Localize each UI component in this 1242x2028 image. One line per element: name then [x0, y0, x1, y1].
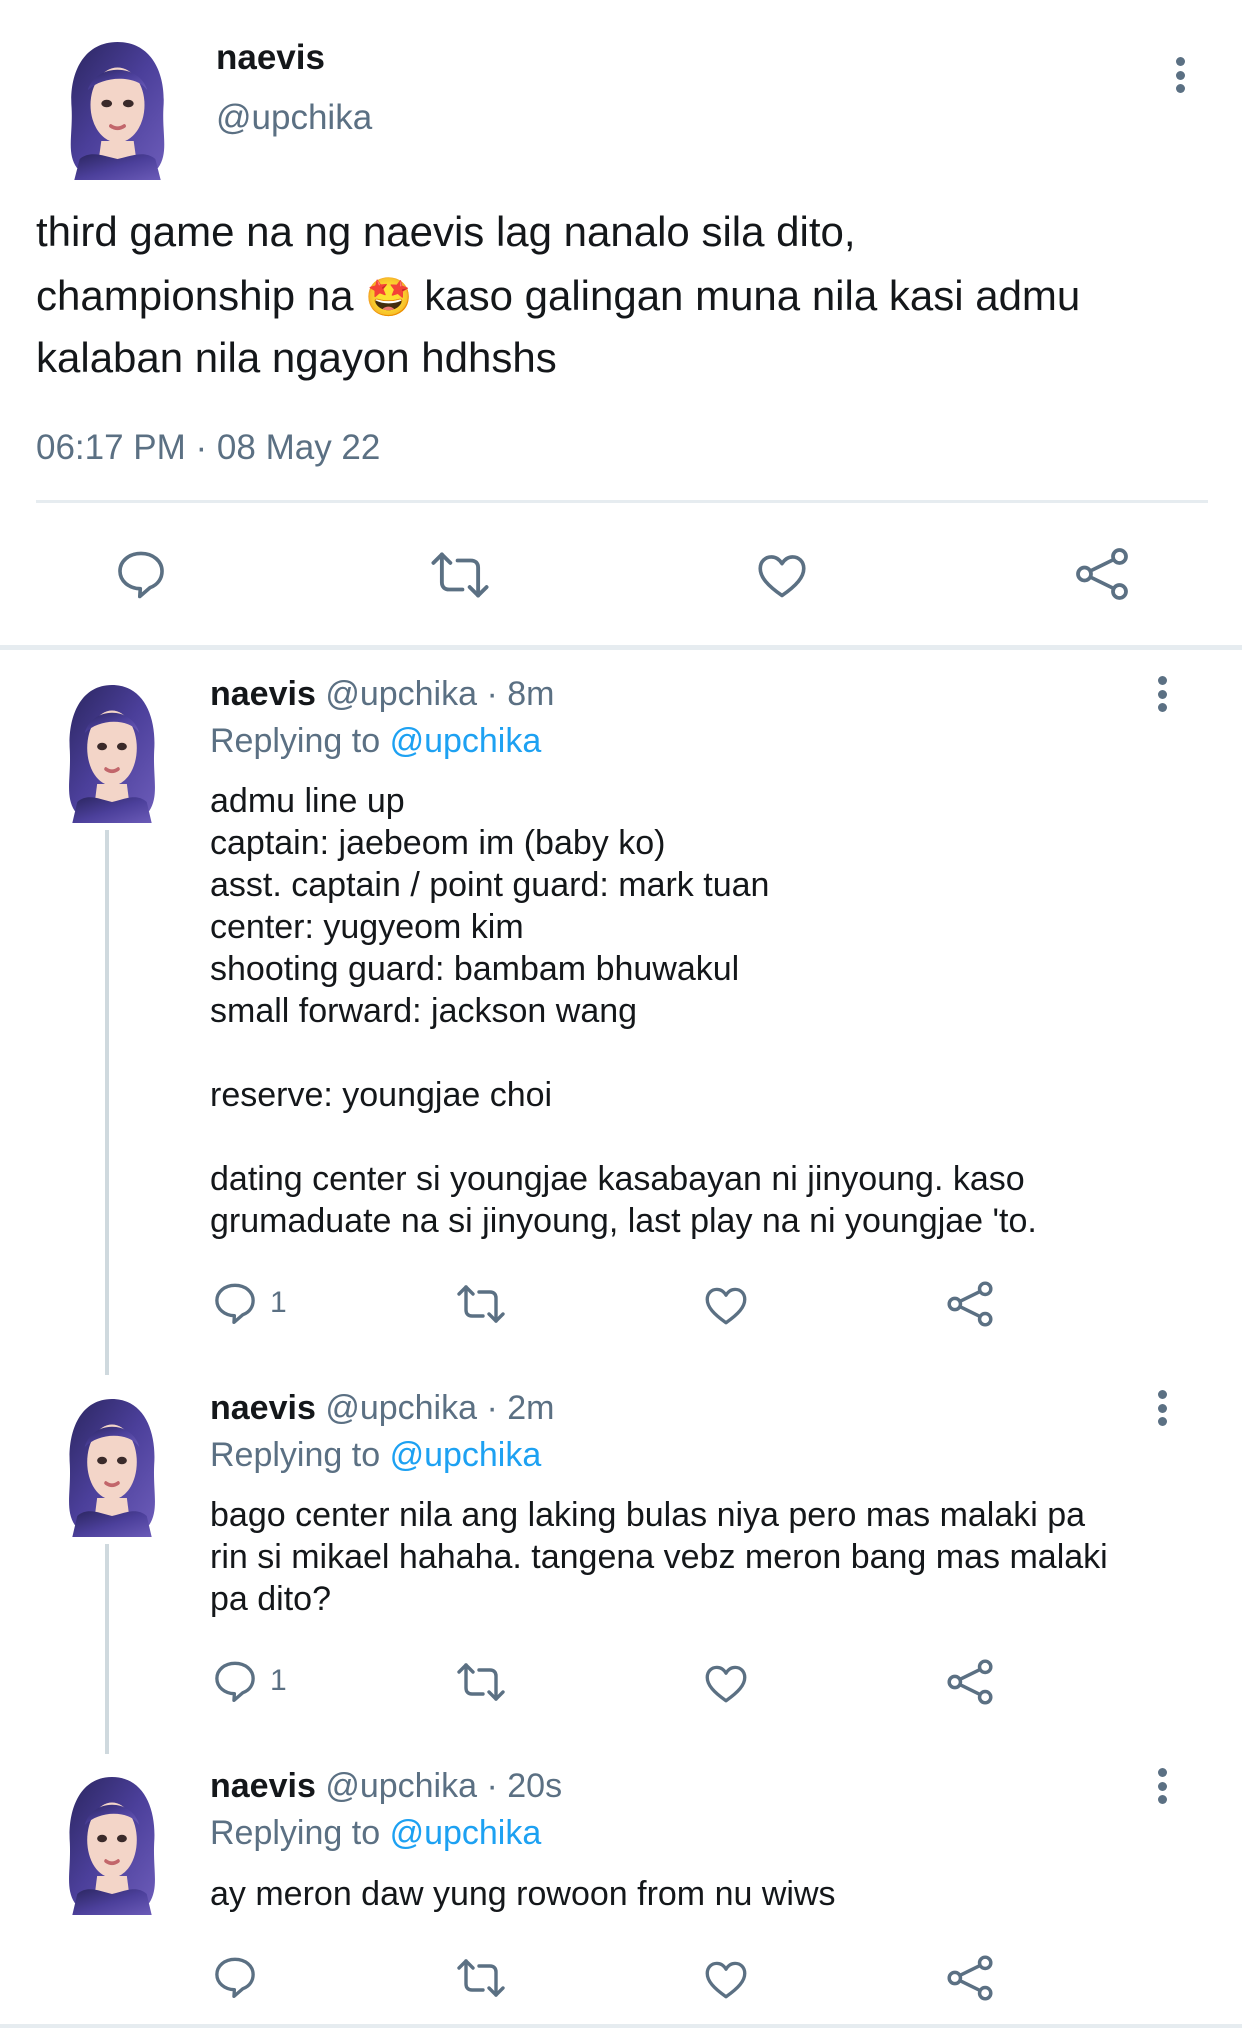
replying-to-label: Replying to — [210, 722, 381, 760]
bottom-border — [0, 2024, 1242, 2028]
tweet-text-line: kalaban nila ngayon hdhshs — [36, 334, 557, 381]
replying-to: Replying to @upchika — [210, 1436, 541, 1475]
retweet-icon[interactable] — [454, 1658, 508, 1706]
avatar[interactable] — [50, 1765, 174, 1915]
reply-text: bago center nila ang laking bulas niya p… — [210, 1496, 1108, 1618]
reply-text: ay meron daw yung rowoon from nu wiws — [210, 1875, 836, 1913]
thread-line — [105, 830, 109, 1375]
like-icon[interactable] — [700, 1954, 752, 2004]
reply-count: 1 — [270, 1286, 287, 1319]
share-icon[interactable] — [944, 1952, 996, 2004]
like-icon[interactable] — [700, 1280, 752, 1330]
tweet-text: third game na ng naevis lag nanalo sila … — [36, 200, 1216, 390]
more-options-icon[interactable] — [1156, 1768, 1168, 1804]
more-options-icon[interactable] — [1156, 676, 1168, 712]
tweet-text-part: championship na — [36, 272, 366, 319]
divider — [36, 500, 1208, 503]
reply-time[interactable]: · 8m — [486, 675, 554, 713]
avatar[interactable] — [50, 1387, 174, 1537]
reply-text: admu line up captain: jaebeom im (baby k… — [210, 782, 1037, 1240]
more-options-icon[interactable] — [1174, 57, 1186, 93]
avatar[interactable] — [50, 673, 174, 823]
section-divider — [0, 645, 1242, 650]
reply-header: naevis @upchika · 2m — [210, 1386, 554, 1430]
replying-to: Replying to @upchika — [210, 722, 541, 761]
share-icon[interactable] — [944, 1278, 996, 1330]
tweet-text-part: kaso galingan muna nila kasi admu — [412, 272, 1081, 319]
reply-icon[interactable] — [210, 1952, 260, 2002]
like-icon[interactable] — [700, 1658, 752, 1708]
replying-to-link[interactable]: @upchika — [390, 1814, 542, 1852]
retweet-icon[interactable] — [454, 1954, 508, 2002]
replying-to-label: Replying to — [210, 1814, 381, 1852]
reply-time[interactable]: · 20s — [486, 1767, 562, 1805]
tweet-text-line: championship na 🤩 kaso galingan muna nil… — [36, 264, 1216, 330]
author-handle[interactable]: @upchika — [216, 98, 372, 138]
author-name[interactable]: naevis — [210, 675, 316, 713]
tweet-text-line: third game na ng naevis lag nanalo sila … — [36, 208, 856, 255]
reply-header: naevis @upchika · 20s — [210, 1764, 562, 1808]
author-name[interactable]: naevis — [216, 38, 325, 78]
author-handle[interactable]: @upchika — [325, 1767, 477, 1805]
replying-to: Replying to @upchika — [210, 1814, 541, 1853]
replying-to-link[interactable]: @upchika — [390, 1436, 542, 1474]
share-icon[interactable] — [944, 1656, 996, 1708]
star-struck-emoji: 🤩 — [365, 277, 413, 319]
author-name[interactable]: naevis — [210, 1389, 316, 1427]
reply-icon[interactable] — [112, 545, 170, 603]
author-handle[interactable]: @upchika — [325, 675, 477, 713]
retweet-icon[interactable] — [428, 546, 492, 604]
thread-line — [105, 1544, 109, 1754]
reply-header: naevis @upchika · 8m — [210, 672, 554, 716]
reply-time[interactable]: · 2m — [486, 1389, 554, 1427]
tweet-timestamp[interactable]: 06:17 PM · 08 May 22 — [36, 428, 380, 468]
reply-count: 1 — [270, 1664, 287, 1697]
reply-icon[interactable] — [210, 1656, 260, 1706]
like-icon[interactable] — [752, 546, 812, 604]
replying-to-label: Replying to — [210, 1436, 381, 1474]
author-handle[interactable]: @upchika — [325, 1389, 477, 1427]
avatar[interactable] — [50, 30, 185, 180]
more-options-icon[interactable] — [1156, 1390, 1168, 1426]
share-icon[interactable] — [1072, 543, 1132, 605]
reply-icon[interactable] — [210, 1278, 260, 1328]
author-name[interactable]: naevis — [210, 1767, 316, 1805]
retweet-icon[interactable] — [454, 1280, 508, 1328]
replying-to-link[interactable]: @upchika — [390, 722, 542, 760]
